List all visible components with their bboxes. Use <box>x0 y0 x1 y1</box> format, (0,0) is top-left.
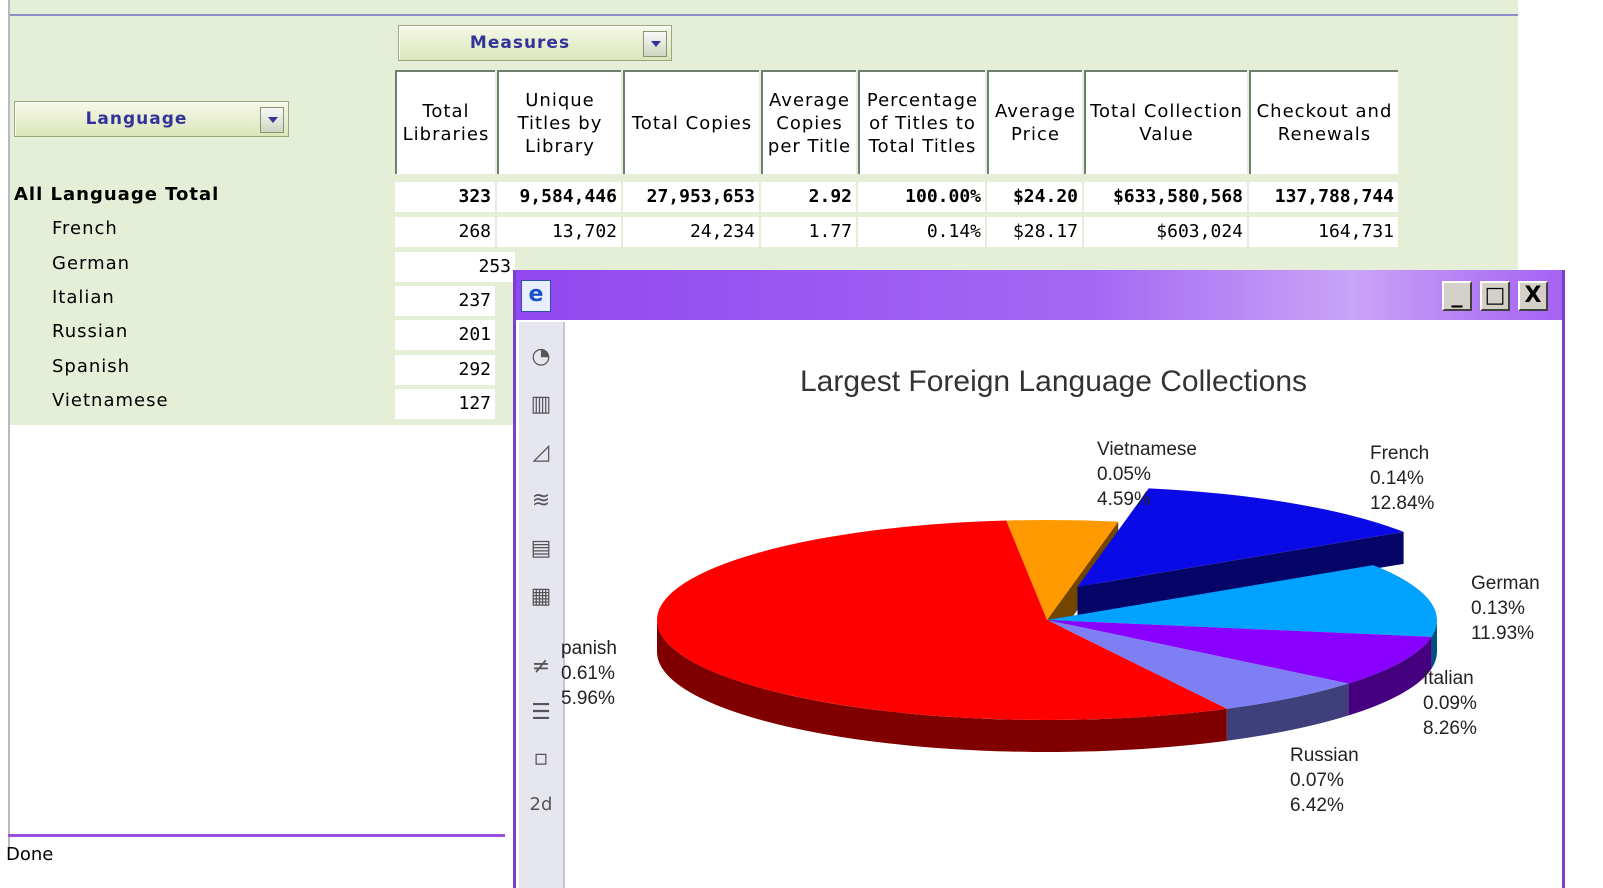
label-german: German 0.13% 11.93% <box>1471 571 1540 646</box>
slice-value: 0.09% <box>1423 693 1477 714</box>
slice-value: 8.26% <box>1423 718 1477 739</box>
label-italian: Italian 0.09% 8.26% <box>1423 666 1477 741</box>
slice-value: 4.59% <box>1097 489 1151 510</box>
slice-value: 12.84% <box>1370 493 1435 514</box>
slice-name: Vietnamese <box>1097 439 1197 460</box>
slice-value: 0.05% <box>1097 464 1151 485</box>
slice-value: 11.93% <box>1471 623 1535 644</box>
pie-chart <box>657 488 1437 752</box>
slice-name: French <box>1370 443 1430 464</box>
slice-name: Russian <box>1290 745 1359 766</box>
label-french: French 0.14% 12.84% <box>1370 441 1434 516</box>
label-spanish: panish 0.61% 5.96% <box>561 636 617 711</box>
slice-value: 0.14% <box>1370 468 1424 489</box>
slice-value: 0.61% <box>561 663 615 684</box>
slice-name: panish <box>561 638 617 659</box>
slice-value: 0.13% <box>1471 598 1525 619</box>
label-russian: Russian 0.07% 6.42% <box>1290 743 1359 818</box>
slice-name: Italian <box>1423 668 1474 689</box>
slice-value: 0.07% <box>1290 770 1344 791</box>
slice-name: German <box>1471 573 1540 594</box>
slice-value: 5.96% <box>561 688 615 709</box>
label-vietnamese: Vietnamese 0.05% 4.59% <box>1097 437 1197 512</box>
slice-value: 6.42% <box>1290 795 1344 816</box>
